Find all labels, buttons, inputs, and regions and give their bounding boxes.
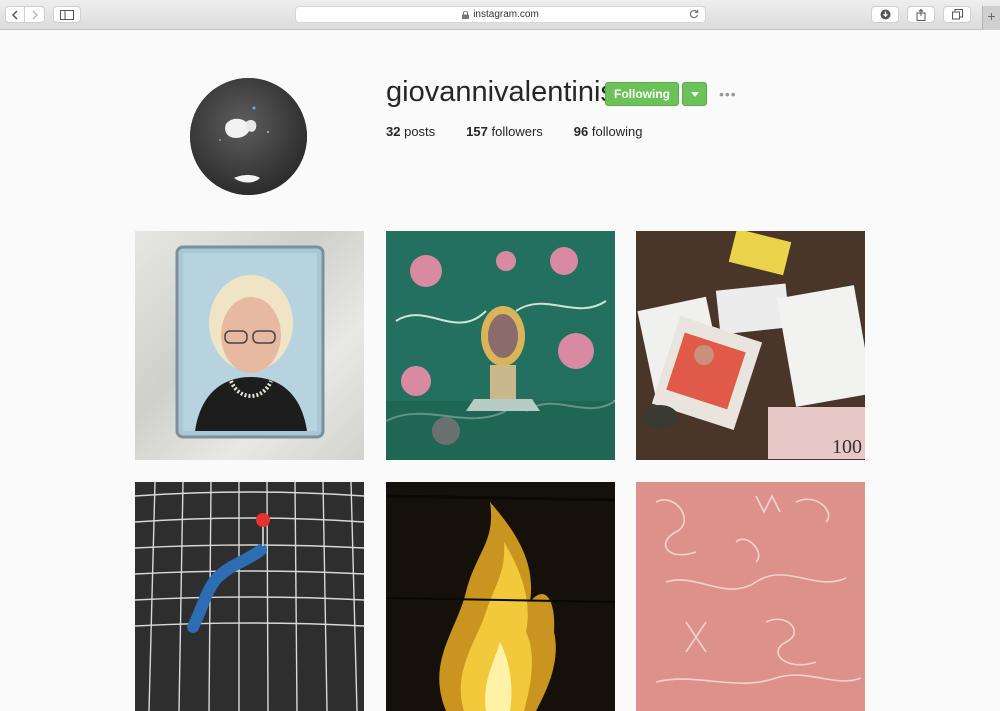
profile-username: giovannivalentinis — [386, 76, 615, 108]
sidebar-button[interactable] — [53, 6, 81, 23]
following-label: following — [591, 124, 643, 139]
followers-stat[interactable]: 157 followers — [466, 124, 543, 139]
following-stat[interactable]: 96 following — [574, 124, 643, 139]
plus-icon: + — [987, 8, 996, 24]
address-bar[interactable]: instagram.com — [295, 6, 706, 23]
lock-icon — [462, 10, 470, 19]
post-thumbnail-1[interactable] — [135, 231, 364, 460]
chevron-right-icon — [31, 9, 38, 20]
post-image-grid-pin — [135, 482, 364, 711]
profile-stats: 32 posts 157 followers 96 following — [386, 124, 673, 139]
suggestions-dropdown-button[interactable] — [682, 82, 707, 106]
post-image-fire — [386, 482, 615, 711]
tabs-icon — [951, 9, 963, 20]
post-thumbnail-4[interactable] — [135, 482, 364, 711]
svg-text:100: 100 — [832, 436, 862, 458]
url-text: instagram.com — [473, 9, 539, 20]
caret-down-icon — [690, 91, 699, 97]
posts-label: posts — [404, 124, 436, 139]
chevron-left-icon — [11, 9, 18, 20]
post-thumbnail-5[interactable] — [386, 482, 615, 711]
followers-count: 157 — [466, 124, 488, 139]
share-button[interactable] — [907, 6, 935, 23]
tabs-button[interactable] — [943, 6, 971, 23]
download-icon — [880, 9, 890, 20]
post-thumbnail-6[interactable] — [636, 482, 865, 711]
nav-buttons — [5, 6, 46, 23]
reload-icon[interactable] — [689, 9, 699, 19]
following-count: 96 — [573, 124, 589, 139]
profile-avatar[interactable] — [190, 78, 307, 195]
share-icon — [916, 8, 926, 21]
forward-button[interactable] — [25, 6, 45, 23]
posts-stat: 32 posts — [386, 124, 435, 139]
back-button[interactable] — [5, 6, 25, 23]
post-image-icon-on-fabric — [386, 231, 615, 460]
browser-toolbar: instagram.com + — [0, 0, 1000, 30]
followers-label: followers — [491, 124, 543, 139]
post-thumbnail-3[interactable]: 100 — [636, 231, 865, 460]
new-tab-button[interactable]: + — [982, 6, 1000, 30]
post-thumbnail-2[interactable] — [386, 231, 615, 460]
sidebar-icon — [60, 9, 74, 20]
post-image-portrait — [175, 245, 325, 439]
avatar-image — [190, 78, 307, 195]
following-button[interactable]: Following — [605, 82, 679, 106]
downloads-button[interactable] — [871, 6, 899, 23]
posts-count: 32 — [386, 124, 401, 139]
more-options-button[interactable]: ••• — [719, 86, 737, 102]
post-image-table-collage: 100 — [636, 231, 865, 460]
post-image-chalk-scribbles — [636, 482, 865, 711]
